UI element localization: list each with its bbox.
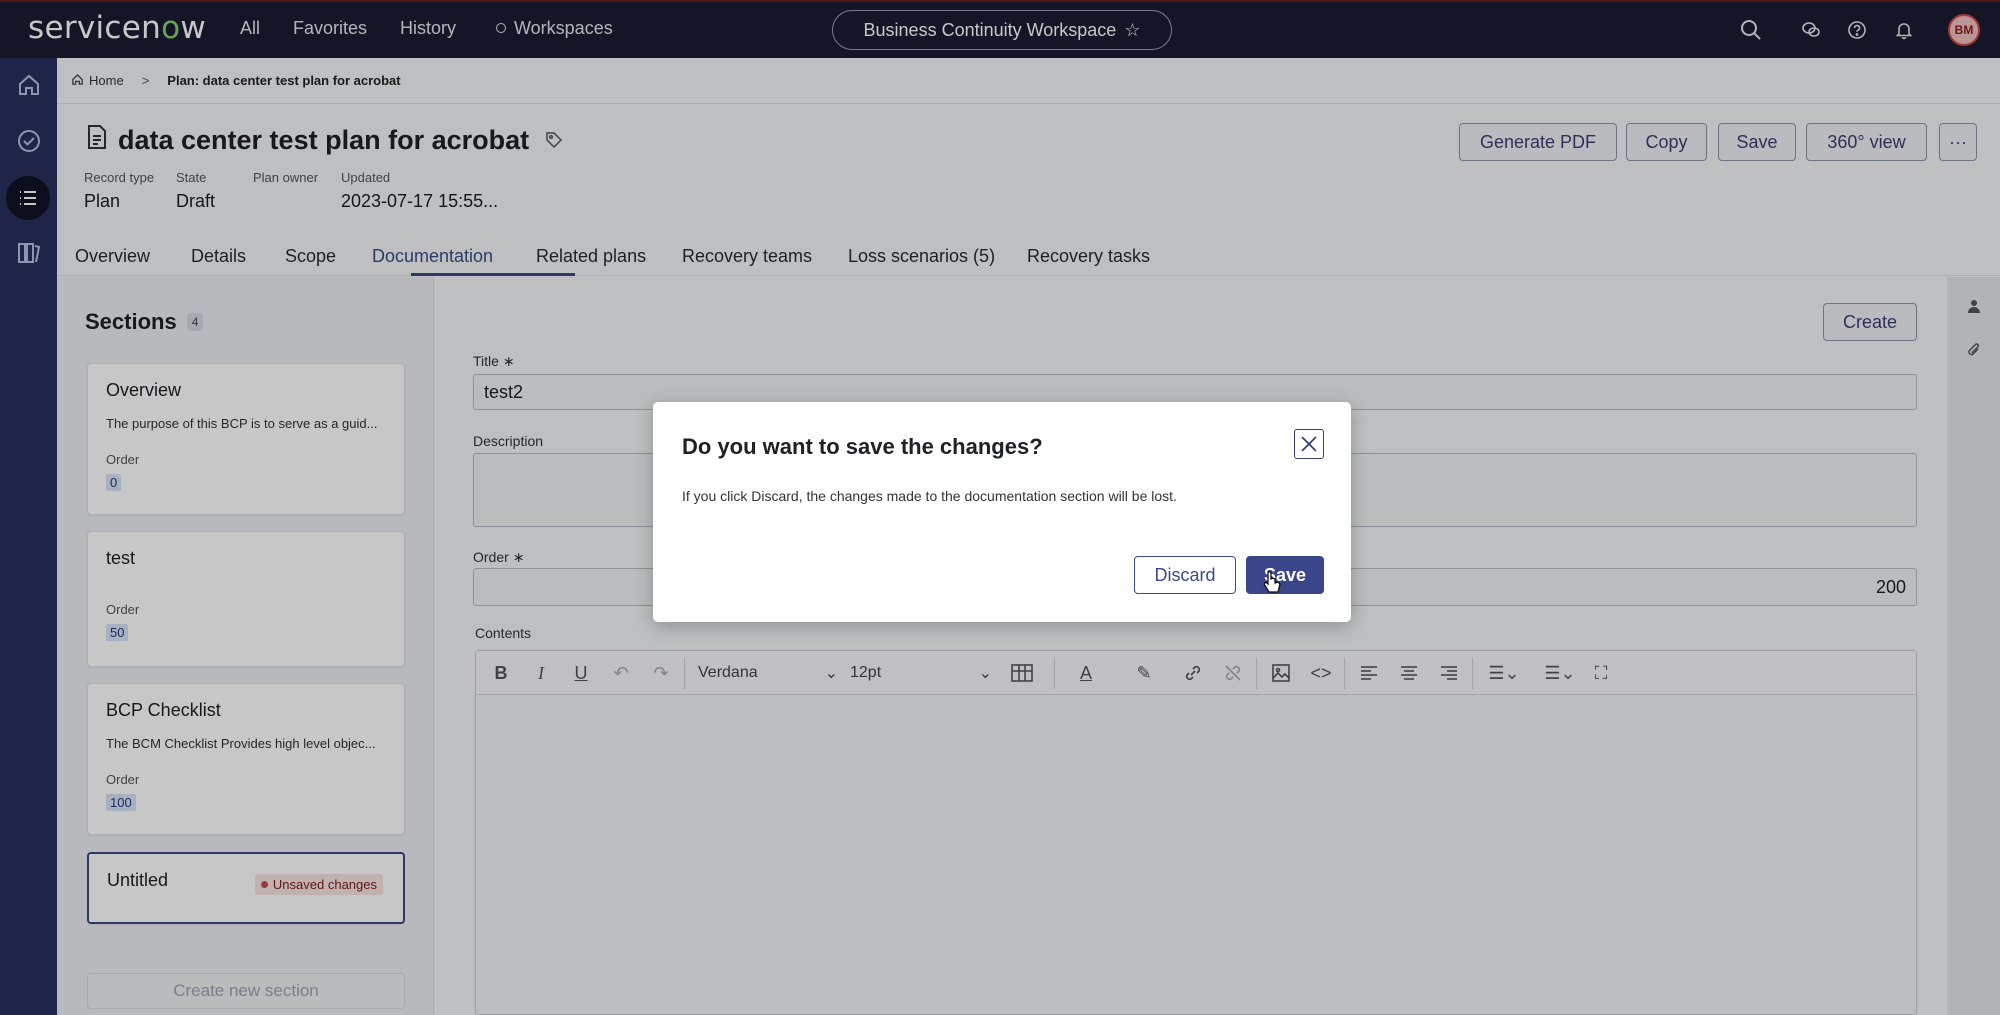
discard-button[interactable]: Discard (1134, 556, 1236, 594)
dialog-save-button[interactable]: Save (1246, 556, 1324, 594)
dialog-title: Do you want to save the changes? (682, 434, 1043, 459)
pointer-cursor-icon (1262, 570, 1282, 594)
dialog-message: If you click Discard, the changes made t… (682, 488, 1177, 504)
close-icon[interactable] (1294, 429, 1324, 459)
save-changes-dialog: Do you want to save the changes? If you … (653, 402, 1351, 622)
